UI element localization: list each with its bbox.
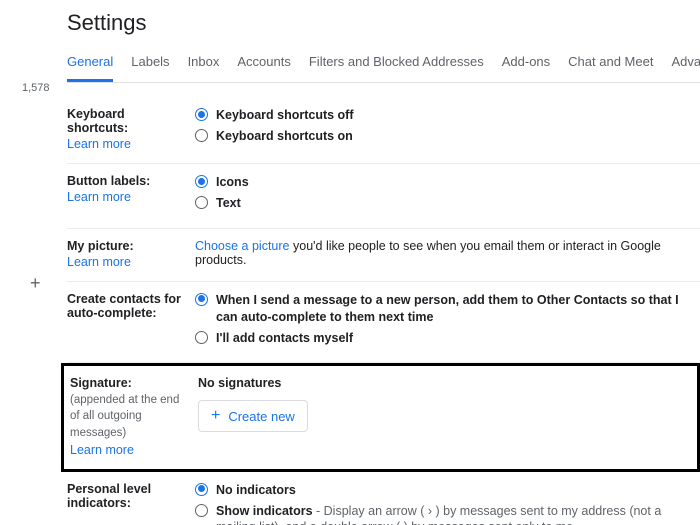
row-personal-level-indicators: Personal level indicators: No indicators…: [67, 472, 700, 525]
button-labels-learn-more[interactable]: Learn more: [67, 190, 131, 204]
pli-label: Personal level indicators:: [67, 482, 187, 510]
row-create-contacts: Create contacts for auto-complete: When …: [67, 282, 700, 364]
contacts-self-text: I'll add contacts myself: [216, 331, 353, 345]
radio-btn-text[interactable]: [195, 196, 208, 209]
radio-keyboard-off[interactable]: [195, 108, 208, 121]
pli-none-text: No indicators: [216, 483, 296, 497]
radio-contacts-self[interactable]: [195, 331, 208, 344]
tab-advanced[interactable]: Advanced: [671, 54, 700, 82]
create-new-label: Create new: [228, 409, 294, 424]
keyboard-off-text: Keyboard shortcuts off: [216, 108, 354, 122]
keyboard-shortcuts-label: Keyboard shortcuts:: [67, 107, 187, 135]
radio-pli-show[interactable]: [195, 504, 208, 517]
page-title: Settings: [67, 10, 700, 36]
plus-icon: +: [211, 408, 220, 424]
no-signatures-text: No signatures: [198, 376, 691, 390]
content: Settings General Labels Inbox Accounts F…: [67, 10, 700, 525]
sidebar-count: 1,578: [22, 82, 50, 94]
compose-plus-icon[interactable]: +: [30, 274, 41, 292]
radio-keyboard-on[interactable]: [195, 129, 208, 142]
signature-label: Signature:: [70, 376, 190, 390]
button-labels-label: Button labels:: [67, 174, 187, 188]
radio-btn-icons[interactable]: [195, 175, 208, 188]
settings-page: 1,578 + Settings General Labels Inbox Ac…: [0, 0, 700, 525]
settings-rows: Keyboard shortcuts: Learn more Keyboard …: [67, 97, 700, 525]
radio-pli-none[interactable]: [195, 483, 208, 496]
tab-inbox[interactable]: Inbox: [188, 54, 220, 82]
contacts-auto-text: When I send a message to a new person, a…: [216, 293, 679, 324]
create-new-signature-button[interactable]: + Create new: [198, 400, 308, 432]
btn-icons-text: Icons: [216, 175, 249, 189]
tab-general[interactable]: General: [67, 54, 113, 82]
btn-text-text: Text: [216, 196, 241, 210]
signature-subtext: (appended at the end of all outgoing mes…: [70, 392, 190, 440]
row-signature: Signature: (appended at the end of all o…: [61, 363, 700, 471]
row-button-labels: Button labels: Learn more Icons Text: [67, 164, 700, 229]
tab-accounts[interactable]: Accounts: [237, 54, 290, 82]
pli-show-text: Show indicators: [216, 504, 313, 518]
tabs: General Labels Inbox Accounts Filters an…: [67, 54, 700, 83]
my-picture-learn-more[interactable]: Learn more: [67, 255, 131, 269]
my-picture-label: My picture:: [67, 239, 187, 253]
create-contacts-label: Create contacts for auto-complete:: [67, 292, 187, 320]
keyboard-on-text: Keyboard shortcuts on: [216, 129, 353, 143]
choose-picture-link[interactable]: Choose a picture: [195, 239, 290, 253]
signature-learn-more[interactable]: Learn more: [70, 443, 134, 457]
tab-chat-meet[interactable]: Chat and Meet: [568, 54, 653, 82]
radio-contacts-auto[interactable]: [195, 293, 208, 306]
row-my-picture: My picture: Learn more Choose a picture …: [67, 229, 700, 282]
tab-filters[interactable]: Filters and Blocked Addresses: [309, 54, 484, 82]
keyboard-shortcuts-learn-more[interactable]: Learn more: [67, 137, 131, 151]
tab-addons[interactable]: Add-ons: [502, 54, 550, 82]
tab-labels[interactable]: Labels: [131, 54, 169, 82]
row-keyboard-shortcuts: Keyboard shortcuts: Learn more Keyboard …: [67, 97, 700, 164]
